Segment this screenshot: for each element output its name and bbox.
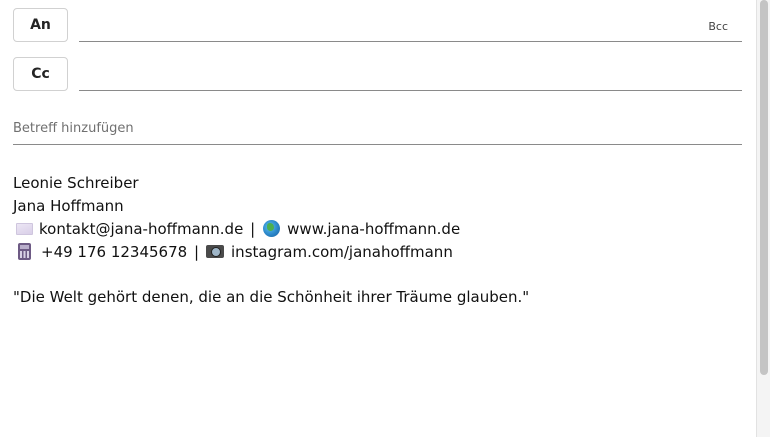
to-row: An Bcc bbox=[0, 8, 756, 44]
signature-email[interactable]: kontakt@jana-hoffmann.de bbox=[39, 220, 243, 238]
separator: | bbox=[193, 243, 200, 261]
scrollbar-thumb[interactable] bbox=[760, 0, 768, 375]
mobile-phone-icon bbox=[18, 243, 31, 260]
signature-name-2: Jana Hoffmann bbox=[13, 197, 124, 215]
envelope-icon bbox=[16, 223, 33, 235]
camera-icon bbox=[206, 245, 225, 258]
signature-phone: +49 176 12345678 bbox=[41, 243, 188, 261]
to-button[interactable]: An bbox=[13, 8, 68, 42]
message-body[interactable]: Leonie Schreiber Jana Hoffmann kontakt@j… bbox=[13, 172, 743, 309]
bcc-button[interactable]: Bcc bbox=[708, 20, 728, 33]
signature-website[interactable]: www.jana-hoffmann.de bbox=[287, 220, 460, 238]
compose-pane: An Bcc Cc Leonie Schreiber Jana Hoffmann… bbox=[0, 0, 756, 437]
separator: | bbox=[250, 220, 256, 238]
signature-quote: "Die Welt gehört denen, die an die Schön… bbox=[13, 288, 530, 306]
subject-input[interactable] bbox=[13, 112, 742, 145]
cc-row: Cc bbox=[0, 57, 756, 93]
signature-instagram[interactable]: instagram.com/janahoffmann bbox=[231, 243, 453, 261]
signature-name-1: Leonie Schreiber bbox=[13, 174, 139, 192]
cc-button[interactable]: Cc bbox=[13, 57, 68, 91]
globe-icon bbox=[263, 220, 281, 237]
signature-contact-line-2: +49 176 12345678 | instagram.com/janahoff… bbox=[13, 241, 743, 264]
vertical-scrollbar[interactable] bbox=[756, 0, 770, 437]
cc-input[interactable] bbox=[79, 59, 742, 91]
signature-contact-line-1: kontakt@jana-hoffmann.de | www.jana-hoffm… bbox=[13, 218, 743, 241]
to-input[interactable] bbox=[79, 10, 742, 42]
